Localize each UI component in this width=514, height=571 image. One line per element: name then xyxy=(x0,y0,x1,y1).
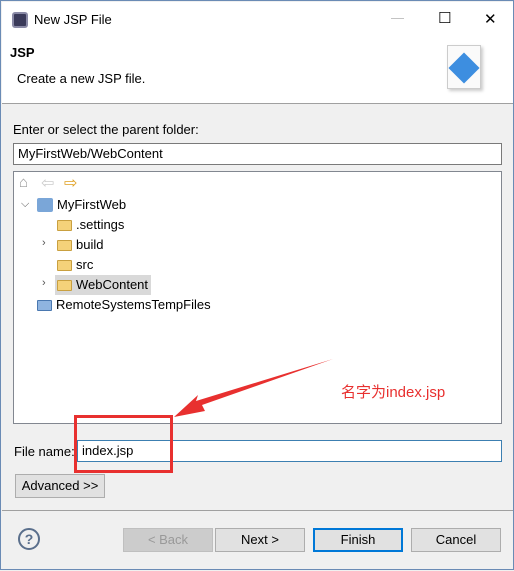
annotation-text: 名字为index.jsp xyxy=(341,384,446,401)
annotation-arrow xyxy=(174,359,333,417)
dialog-window: New JSP File — ☐ ✕ JSP Create a new JSP … xyxy=(0,0,514,570)
